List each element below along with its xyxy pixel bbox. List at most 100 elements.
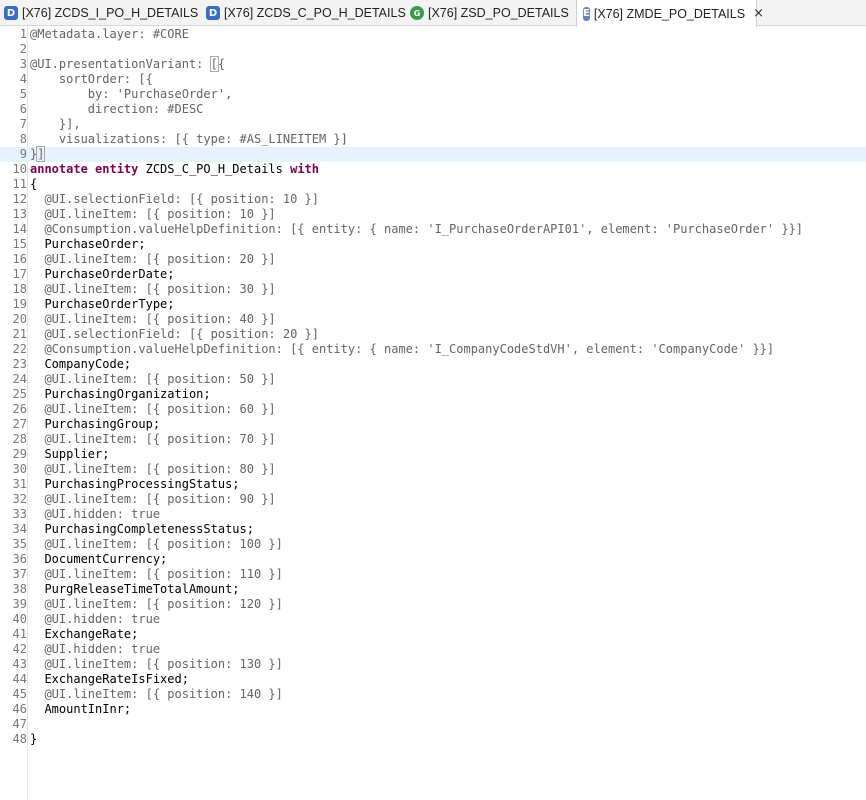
code-token: ]: [36, 146, 46, 162]
code-line[interactable]: 12 @UI.selectionField: [{ position: 10 }…: [0, 192, 866, 207]
code-line[interactable]: 43 @UI.lineItem: [{ position: 130 }]: [0, 657, 866, 672]
code-token: @UI.lineItem: [{ position: 80 }]: [30, 462, 276, 476]
code-line[interactable]: 21 @UI.selectionField: [{ position: 20 }…: [0, 327, 866, 342]
code-token: @UI.presentationVariant:: [30, 57, 211, 71]
code-line[interactable]: 16 @UI.lineItem: [{ position: 20 }]: [0, 252, 866, 267]
code-line[interactable]: 40 @UI.hidden: true: [0, 612, 866, 627]
line-number: 28: [12, 432, 27, 446]
code-editor[interactable]: 1 @Metadata.layer: #CORE 2 3 @UI.presentatio…: [0, 26, 866, 800]
code-line[interactable]: 28 @UI.lineItem: [{ position: 70 }]: [0, 432, 866, 447]
code-text: by: 'PurchaseOrder',: [30, 87, 233, 102]
line-number: 20: [12, 312, 27, 326]
code-line[interactable]: 25 PurchasingOrganization;: [0, 387, 866, 402]
code-text: @UI.lineItem: [{ position: 100 }]: [30, 537, 282, 552]
code-line[interactable]: 1 @Metadata.layer: #CORE: [0, 27, 866, 42]
code-token: {: [30, 177, 38, 191]
code-text: PurchasingProcessingStatus;: [30, 477, 239, 492]
code-token: sortOrder: [{: [30, 72, 153, 86]
code-line[interactable]: 31 PurchasingProcessingStatus;: [0, 477, 866, 492]
code-line[interactable]: 47: [0, 717, 866, 732]
code-line[interactable]: 27 PurchasingGroup;: [0, 417, 866, 432]
code-line[interactable]: 2: [0, 42, 866, 57]
code-text: PurchasingCompletenessStatus;: [30, 522, 254, 537]
code-line[interactable]: 36 DocumentCurrency;: [0, 552, 866, 567]
code-token: with: [290, 162, 319, 176]
code-text: @Consumption.valueHelpDefinition: [{ ent…: [30, 222, 803, 237]
code-text: sortOrder: [{: [30, 72, 153, 87]
code-token: PurgReleaseTimeTotalAmount;: [30, 582, 240, 596]
code-text: @UI.lineItem: [{ position: 20 }]: [30, 252, 275, 267]
code-line[interactable]: 38 PurgReleaseTimeTotalAmount;: [0, 582, 866, 597]
line-number: 43: [12, 657, 27, 671]
ddl-source-icon: D: [4, 6, 18, 20]
code-line[interactable]: 41 ExchangeRate;: [0, 627, 866, 642]
metadata-extension-icon: E: [583, 6, 590, 21]
code-line[interactable]: 4 sortOrder: [{: [0, 72, 866, 87]
code-line[interactable]: 24 @UI.lineItem: [{ position: 50 }]: [0, 372, 866, 387]
code-line[interactable]: 17 PurchaseOrderDate;: [0, 267, 866, 282]
code-text: {: [30, 177, 37, 192]
line-number: 29: [12, 447, 27, 461]
code-line[interactable]: 30 @UI.lineItem: [{ position: 80 }]: [0, 462, 866, 477]
code-line[interactable]: 18 @UI.lineItem: [{ position: 30 }]: [0, 282, 866, 297]
code-line[interactable]: 5 by: 'PurchaseOrder',: [0, 87, 866, 102]
code-line[interactable]: 7 }],: [0, 117, 866, 132]
code-token: annotate entity: [30, 162, 139, 176]
code-token: }],: [30, 117, 81, 131]
code-line[interactable]: 33 @UI.hidden: true: [0, 507, 866, 522]
code-line[interactable]: 19 PurchaseOrderType;: [0, 297, 866, 312]
code-token: PurchaseOrderDate;: [30, 267, 175, 281]
tab-zsd-po-details[interactable]: G [X76] ZSD_PO_DETAILS: [410, 0, 575, 26]
code-token: @UI.lineItem: [{ position: 10 }]: [30, 207, 276, 221]
code-line[interactable]: 42 @UI.hidden: true: [0, 642, 866, 657]
tab-label: [X76] ZMDE_PO_DETAILS: [593, 6, 746, 21]
code-text: @UI.selectionField: [{ position: 20 }]: [30, 327, 319, 342]
tab-zcds-i-po-h-details[interactable]: D [X76] ZCDS_I_PO_H_DETAILS: [4, 0, 204, 26]
line-number: 40: [12, 612, 27, 626]
code-line[interactable]: 9}]: [0, 146, 866, 162]
line-number: 34: [12, 522, 27, 536]
code-line[interactable]: 32 @UI.lineItem: [{ position: 90 }]: [0, 492, 866, 507]
code-line[interactable]: 34 PurchasingCompletenessStatus;: [0, 522, 866, 537]
code-text: @UI.presentationVariant: [{: [30, 56, 225, 72]
code-line[interactable]: 3 @UI.presentationVariant: [{: [0, 56, 866, 72]
code-token: @UI.lineItem: [{ position: 140 }]: [30, 687, 283, 701]
code-line[interactable]: 22 @Consumption.valueHelpDefinition: [{ …: [0, 342, 866, 357]
code-line[interactable]: 37 @UI.lineItem: [{ position: 110 }]: [0, 567, 866, 582]
code-line[interactable]: 26 @UI.lineItem: [{ position: 60 }]: [0, 402, 866, 417]
code-line[interactable]: 13 @UI.lineItem: [{ position: 10 }]: [0, 207, 866, 222]
close-icon[interactable]: ×: [753, 6, 764, 21]
code-line[interactable]: 44 ExchangeRateIsFixed;: [0, 672, 866, 687]
code-line[interactable]: 23 CompanyCode;: [0, 357, 866, 372]
code-line[interactable]: 48}: [0, 732, 866, 747]
code-line[interactable]: 8 visualizations: [{ type: #AS_LINEITEM …: [0, 132, 866, 147]
code-token: @UI.lineItem: [{ position: 30 }]: [30, 282, 276, 296]
code-line[interactable]: 6 direction: #DESC: [0, 102, 866, 117]
code-line[interactable]: 35 @UI.lineItem: [{ position: 100 }]: [0, 537, 866, 552]
code-token: @UI.lineItem: [{ position: 90 }]: [30, 492, 276, 506]
line-number: 19: [12, 297, 27, 311]
code-text: ExchangeRateIsFixed;: [30, 672, 189, 687]
tab-label: [X76] ZSD_PO_DETAILS: [428, 6, 569, 20]
code-token: Supplier;: [30, 447, 110, 461]
code-line[interactable]: 15 PurchaseOrder;: [0, 237, 866, 252]
tab-label: [X76] ZCDS_I_PO_H_DETAILS: [22, 6, 199, 20]
code-line[interactable]: 11{: [0, 177, 866, 192]
line-number: 37: [12, 567, 27, 581]
tab-zmde-po-details[interactable]: E [X76] ZMDE_PO_DETAILS ×: [576, 0, 764, 27]
code-text: PurchaseOrderDate;: [30, 267, 175, 282]
code-line[interactable]: 45 @UI.lineItem: [{ position: 140 }]: [0, 687, 866, 702]
tab-zcds-c-po-h-details[interactable]: D [X76] ZCDS_C_PO_H_DETAILS: [206, 0, 406, 26]
code-text: PurgReleaseTimeTotalAmount;: [30, 582, 240, 597]
code-line[interactable]: 39 @UI.lineItem: [{ position: 120 }]: [0, 597, 866, 612]
code-text: @Metadata.layer: #CORE: [30, 27, 189, 42]
line-number: 42: [12, 642, 27, 656]
code-token: PurchaseOrderType;: [30, 297, 175, 311]
code-token: @UI.lineItem: [{ position: 110 }]: [30, 567, 283, 581]
code-line[interactable]: 10 annotate entity ZCDS_C_PO_H_Details wi…: [0, 162, 866, 177]
code-text: CompanyCode;: [30, 357, 131, 372]
code-line[interactable]: 46 AmountInInr;: [0, 702, 866, 717]
code-line[interactable]: 20 @UI.lineItem: [{ position: 40 }]: [0, 312, 866, 327]
code-line[interactable]: 29 Supplier;: [0, 447, 866, 462]
code-line[interactable]: 14 @Consumption.valueHelpDefinition: [{ …: [0, 222, 866, 237]
